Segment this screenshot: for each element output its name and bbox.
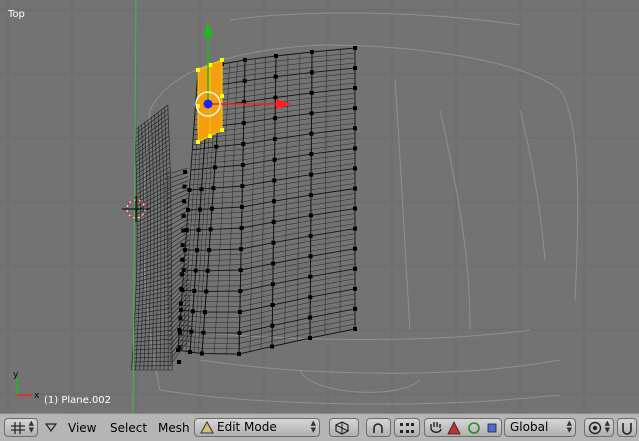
axis-gizmo: x y [13,370,40,401]
proportional-edit-button[interactable] [366,418,391,437]
mode-select-arrows-icon: ▲ ▼ [310,419,316,434]
snap-icon [622,423,632,435]
draw-type-icon [335,421,349,435]
pivot-button[interactable]: ▲ ▼ [584,418,614,437]
vertex-select-icon [400,423,414,433]
editor-type-grid-icon [11,422,25,434]
axis-gizmo-x-label: x [34,391,40,401]
pivot-icon [588,421,602,435]
menu-select[interactable]: Select [110,420,147,436]
object-name-label: (1) Plane.002 [44,395,112,406]
viewport-canvas[interactable]: x y [0,0,639,413]
transform-orientation-value: Global [510,420,549,434]
scale-manipulator-icon[interactable] [486,422,498,434]
editor-type-arrows-icon: ▲ ▼ [28,419,34,434]
pivot-arrows-icon: ▲ ▼ [604,419,610,434]
menu-mesh[interactable]: Mesh [158,420,190,436]
view-name-label: Top [8,9,25,20]
manipulator-group [424,418,502,437]
snap-button[interactable] [617,418,637,437]
vertex-select-button[interactable] [394,418,420,437]
transform-orientation-select[interactable]: Global ▲ ▼ [504,418,576,437]
editor-type-button[interactable]: ▲ ▼ [4,418,38,437]
mode-select[interactable]: Edit Mode ▲ ▼ [194,418,320,437]
draw-type-button[interactable] [329,418,359,437]
rotate-manipulator-icon[interactable] [467,421,481,435]
hand-grab-icon[interactable] [428,420,444,435]
menu-view[interactable]: View [68,420,96,436]
manipulator-x-arrow [276,99,292,109]
edit-mode-icon [200,421,214,434]
viewport-header-toolbar: ▲ ▼ View Select Mesh Edit Mode ▲ ▼ Globa… [0,413,639,441]
manipulator-center [203,99,213,109]
axis-gizmo-y-label: y [13,370,19,380]
translate-manipulator-icon[interactable] [447,421,461,435]
viewport-grid [0,0,639,413]
mode-select-value: Edit Mode [217,420,277,434]
3d-viewport[interactable]: x y Top (1) Plane.002 [0,0,639,413]
orientation-arrows-icon: ▲ ▼ [566,419,572,434]
collapse-triangle-icon[interactable] [45,423,57,433]
manipulator-y-arrow [203,22,213,36]
proportional-edit-icon [373,423,383,433]
